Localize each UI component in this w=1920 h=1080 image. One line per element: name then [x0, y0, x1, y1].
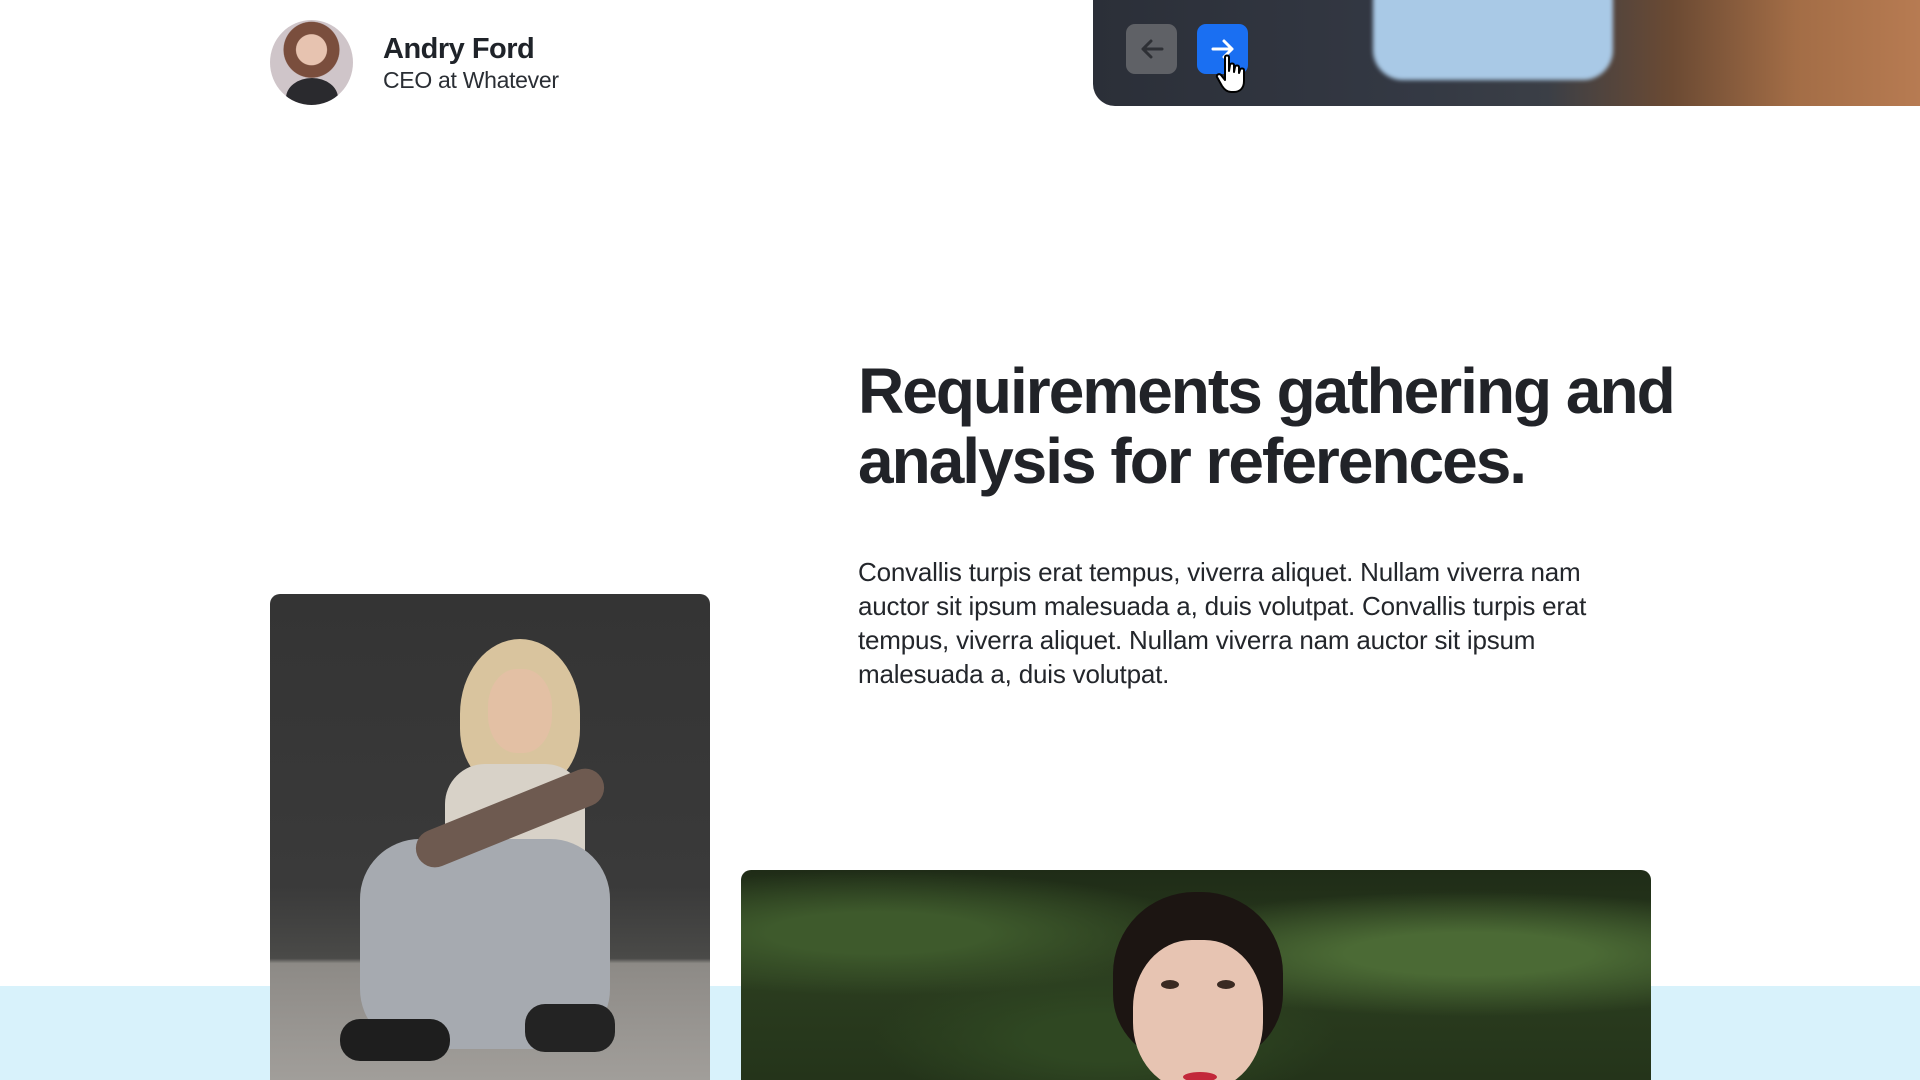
author-role: CEO at Whatever: [383, 66, 559, 93]
photo-face: [488, 669, 552, 753]
author-text: Andry Ford CEO at Whatever: [383, 32, 559, 94]
section-headline: Requirements gathering and analysis for …: [858, 355, 1676, 497]
photo-eye: [1161, 980, 1179, 989]
photo-woman-sitting: [270, 594, 710, 1080]
page: Andry Ford CEO at Whatever Requirements …: [0, 0, 1920, 1080]
photo-portrait-foliage: [741, 870, 1651, 1080]
photo-shoe: [525, 1004, 615, 1052]
photo-eye: [1217, 980, 1235, 989]
image-blurred-object: [1373, 0, 1613, 80]
photo-face: [1133, 940, 1263, 1080]
avatar: [270, 20, 353, 105]
arrow-left-icon: [1141, 39, 1163, 59]
photo-shoe: [340, 1019, 450, 1061]
photo-lips: [1183, 1072, 1217, 1080]
avatar-shoulders: [286, 78, 338, 105]
author-name: Andry Ford: [383, 32, 535, 65]
section-body: Convallis turpis erat tempus, viverra al…: [858, 557, 1587, 689]
hand-cursor-icon: [1215, 54, 1245, 93]
carousel-prev-button[interactable]: [1126, 24, 1177, 74]
author-block: Andry Ford CEO at Whatever: [270, 20, 559, 105]
